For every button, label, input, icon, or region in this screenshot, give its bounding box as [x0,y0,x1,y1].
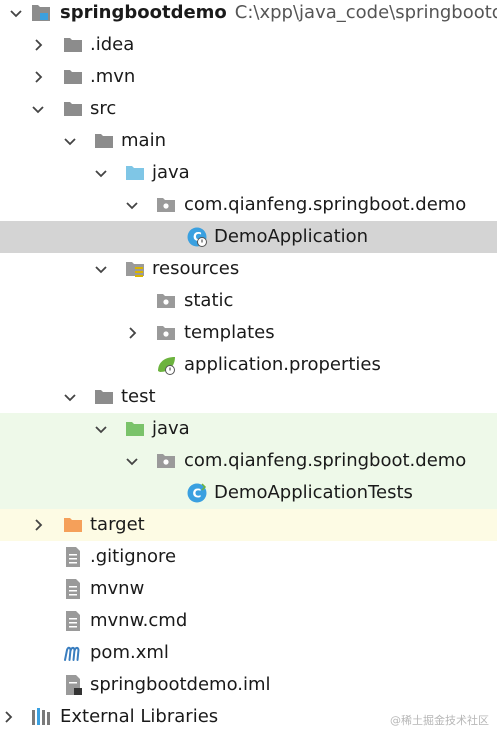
chevron-right-icon[interactable] [1,710,15,724]
chevron-right-icon[interactable] [31,38,45,52]
tree-row-iml[interactable]: springbootdemo.iml [0,669,497,701]
tree-label: src [90,98,117,119]
tree-row-pom[interactable]: pom.xml [0,637,497,669]
text-file-icon [62,578,84,600]
svg-text:C: C [193,487,202,501]
tree-row-main-java[interactable]: java [0,157,497,189]
folder-icon [62,66,84,88]
tree-label: .mvn [90,66,136,87]
project-name: springbootdemo [60,2,227,23]
resources-folder-icon [124,258,146,280]
chevron-down-icon[interactable] [94,166,108,180]
tree-label: templates [184,322,275,343]
tree-label: .idea [90,34,135,55]
tree-label: static [184,290,234,311]
package-icon [155,450,177,472]
tree-label: main [121,130,166,151]
libraries-icon [30,706,52,728]
tree-label: DemoApplication [214,226,369,247]
tree-row-static[interactable]: static [0,285,497,317]
tree-row-mvnw-cmd[interactable]: mvnw.cmd [0,605,497,637]
module-file-icon [62,674,84,696]
package-icon [155,194,177,216]
tree-row-project-root[interactable]: springbootdemo C:\xpp\java_code\springboo… [0,0,497,29]
tree-label: java [152,418,190,439]
tree-row-demo-application-tests[interactable]: C DemoApplicationTests [0,477,497,509]
maven-icon [62,642,84,664]
tree-label: mvnw [90,578,145,599]
chevron-down-icon[interactable] [9,6,23,20]
chevron-right-icon[interactable] [31,518,45,532]
chevron-down-icon[interactable] [94,422,108,436]
source-folder-icon [124,162,146,184]
package-icon [155,290,177,312]
tree-row-demo-application[interactable]: C DemoApplication [0,221,497,253]
text-file-icon [62,546,84,568]
tree-row-mvnw[interactable]: mvnw [0,573,497,605]
project-folder-icon [30,2,52,24]
chevron-down-icon[interactable] [125,454,139,468]
spring-boot-class-icon: C [186,226,208,248]
tree-label: com.qianfeng.springboot.demo [184,450,467,471]
folder-icon [93,130,115,152]
chevron-down-icon[interactable] [94,262,108,276]
project-name-label: springbootdemo C:\xpp\java_code\springboo… [60,0,497,29]
tree-label: java [152,162,190,183]
tree-label: External Libraries [60,706,219,727]
excluded-folder-icon [62,514,84,536]
tree-row-target[interactable]: target [0,509,497,541]
tree-row-resources[interactable]: resources [0,253,497,285]
tree-row-templates[interactable]: templates [0,317,497,349]
tree-row-mvn[interactable]: .mvn [0,61,497,93]
tree-label: .gitignore [90,546,177,567]
folder-icon [62,98,84,120]
chevron-right-icon[interactable] [125,326,139,340]
folder-icon [93,386,115,408]
watermark: @稀土掘金技术社区 [390,714,489,727]
chevron-down-icon[interactable] [63,390,77,404]
tree-label: test [121,386,156,407]
tree-row-main[interactable]: main [0,125,497,157]
tree-row-application-properties[interactable]: application.properties [0,349,497,381]
tree-row-test-package[interactable]: com.qianfeng.springboot.demo [0,445,497,477]
class-icon: C [186,482,208,504]
spring-leaf-icon [155,354,177,376]
tree-label: com.qianfeng.springboot.demo [184,194,467,215]
tree-row-gitignore[interactable]: .gitignore [0,541,497,573]
tree-row-main-package[interactable]: com.qianfeng.springboot.demo [0,189,497,221]
folder-icon [62,34,84,56]
tree-row-test-java[interactable]: java [0,413,497,445]
chevron-down-icon[interactable] [63,134,77,148]
project-path: C:\xpp\java_code\springbootdemo [234,2,497,23]
chevron-down-icon[interactable] [125,198,139,212]
tree-label: target [90,514,145,535]
tree-label: springbootdemo.iml [90,674,271,695]
chevron-right-icon[interactable] [31,70,45,84]
tree-row-test[interactable]: test [0,381,497,413]
tree-label: mvnw.cmd [90,610,188,631]
tree-label: application.properties [184,354,381,375]
tree-label: DemoApplicationTests [214,482,413,503]
tree-label: pom.xml [90,642,169,663]
test-folder-icon [124,418,146,440]
chevron-down-icon[interactable] [31,102,45,116]
tree-row-idea[interactable]: .idea [0,29,497,61]
text-file-icon [62,610,84,632]
tree-label: resources [152,258,240,279]
tree-row-src[interactable]: src [0,93,497,125]
package-icon [155,322,177,344]
